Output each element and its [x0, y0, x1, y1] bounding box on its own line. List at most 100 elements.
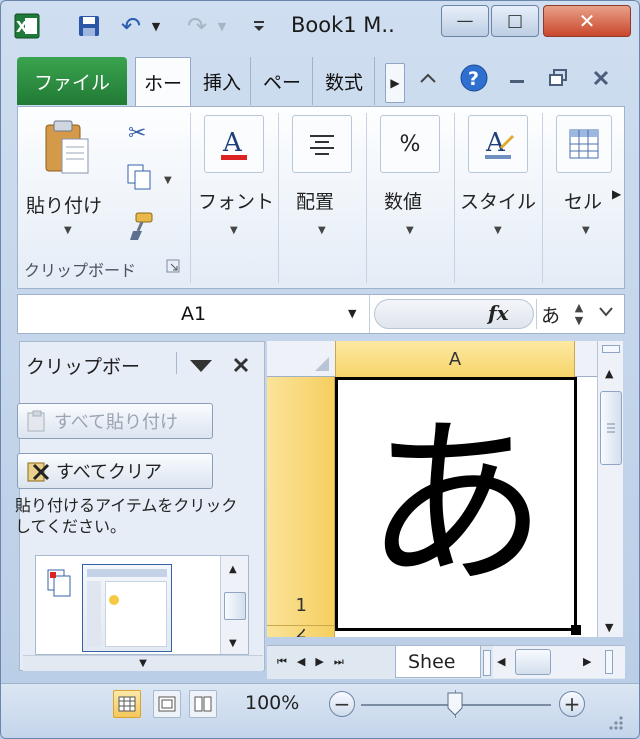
pane-title: クリップボー	[26, 356, 141, 378]
font-group-button[interactable]: フォント	[198, 187, 274, 214]
formula-scroll-icon[interactable]: ▲ ▼	[568, 297, 590, 331]
insert-function-button[interactable]: fx	[488, 301, 509, 325]
clipboard-item-thumbnail[interactable]	[82, 564, 172, 652]
scroll-up-icon[interactable]: ▲	[605, 367, 613, 380]
clear-all-button[interactable]: すべてクリア	[17, 453, 213, 489]
h-split-box[interactable]	[605, 650, 613, 674]
workbook-minimize-icon[interactable]	[507, 68, 527, 93]
excel-window: X ↶ ▼ ↷ ▼ Book1 M.. — □ ✕ ファイル ホー 挿入 ペー …	[0, 0, 640, 739]
tab-scroll-right-button[interactable]: ▶	[385, 63, 405, 103]
tab-page-layout[interactable]: ペー	[255, 57, 313, 105]
cells-icon[interactable]	[556, 115, 612, 173]
styles-icon[interactable]: A	[468, 115, 528, 173]
fill-handle[interactable]	[571, 625, 581, 635]
vertical-scrollbar[interactable]: ▲ ▼	[597, 341, 623, 637]
formula-input[interactable]: あ	[536, 299, 564, 329]
styles-dropdown-icon[interactable]: ▼	[494, 225, 502, 236]
workbook-close-icon[interactable]	[591, 68, 611, 93]
dialog-launcher-icon[interactable]	[166, 259, 180, 273]
ribbon-scroll-right-icon[interactable]: ▶	[612, 187, 621, 201]
paste-dropdown-icon[interactable]: ▼	[64, 225, 72, 236]
percent-icon[interactable]: %	[380, 115, 440, 173]
name-box[interactable]: A1	[18, 295, 370, 333]
copy-dropdown-icon[interactable]: ▼	[164, 175, 172, 186]
normal-view-icon[interactable]	[113, 690, 141, 718]
clipboard-group-label: クリップボード	[24, 261, 137, 280]
number-dropdown-icon[interactable]: ▼	[406, 225, 414, 236]
scroll-up-icon[interactable]: ▲	[229, 564, 237, 575]
pane-options-icon[interactable]	[188, 356, 214, 374]
row-header-2[interactable]: 2	[267, 629, 307, 637]
undo-icon[interactable]: ↶	[117, 12, 145, 40]
maximize-button[interactable]: □	[491, 5, 539, 37]
page-layout-view-icon[interactable]	[153, 690, 181, 718]
save-icon[interactable]	[75, 13, 103, 39]
svg-text:?: ?	[468, 68, 479, 90]
resize-grip-icon[interactable]	[603, 710, 625, 732]
zoom-slider-thumb[interactable]	[447, 692, 463, 716]
paste-all-button: すべて貼り付け	[17, 403, 213, 439]
h-scroll-thumb[interactable]	[515, 649, 551, 675]
row-header-1[interactable]: 1	[267, 595, 307, 616]
thumb-pane	[87, 581, 101, 647]
zoom-out-button[interactable]: −	[329, 691, 355, 717]
tab-home[interactable]: ホー	[135, 57, 191, 107]
ribbon-separator	[190, 113, 191, 283]
font-color-icon[interactable]: A	[204, 115, 264, 173]
cells-dropdown-icon[interactable]: ▼	[582, 225, 590, 236]
minimize-ribbon-icon[interactable]	[419, 68, 437, 90]
scroll-left-icon[interactable]: ◀	[497, 655, 505, 668]
minimize-button[interactable]: —	[441, 5, 489, 37]
customize-qat-icon[interactable]	[251, 13, 267, 39]
tab-split-box[interactable]	[483, 650, 491, 676]
clipboard-item-list: ▲ ▼	[35, 555, 249, 655]
name-box-dropdown-icon[interactable]: ▼	[348, 307, 356, 320]
horizontal-scrollbar[interactable]: ◀ ▶	[493, 646, 625, 678]
align-center-icon[interactable]	[292, 115, 352, 173]
select-all-corner[interactable]	[267, 341, 335, 377]
close-button[interactable]: ✕	[543, 5, 631, 37]
thumb-sheet	[105, 581, 167, 647]
scroll-right-icon[interactable]: ▶	[583, 655, 591, 668]
scroll-thumb[interactable]	[600, 391, 622, 465]
excel-logo-icon[interactable]: X	[13, 13, 41, 39]
sheet-nav-buttons[interactable]: ⏮◀▶⏭	[277, 655, 354, 669]
workbook-restore-icon[interactable]	[547, 68, 569, 93]
sheet-tab-1[interactable]: Shee	[395, 646, 481, 678]
scroll-thumb[interactable]	[224, 592, 246, 620]
pane-close-icon[interactable]	[230, 354, 252, 376]
clipboard-list-scrollbar[interactable]: ▲ ▼	[220, 556, 248, 654]
cut-icon[interactable]: ✂	[128, 121, 154, 147]
clear-all-label: すべてクリア	[56, 462, 163, 483]
paste-icon[interactable]	[42, 117, 92, 179]
cells-group-button[interactable]: セル	[564, 187, 602, 214]
zoom-in-button[interactable]: +	[559, 691, 585, 717]
window-title: Book1 M..	[291, 13, 395, 37]
thumb-ribbon	[87, 569, 167, 577]
tab-file[interactable]: ファイル	[17, 57, 127, 105]
number-group-button[interactable]: 数値	[384, 187, 422, 214]
alignment-group-button[interactable]: 配置	[296, 187, 334, 214]
paste-button[interactable]: 貼り付け	[26, 191, 102, 218]
column-header-a[interactable]: A	[335, 341, 575, 377]
scroll-down-icon[interactable]: ▼	[229, 638, 237, 649]
styles-group-button[interactable]: スタイル	[460, 187, 536, 214]
zoom-level[interactable]: 100%	[245, 692, 299, 714]
cell-a1[interactable]: あ	[335, 377, 577, 631]
copy-icon[interactable]	[126, 163, 154, 191]
tab-formulas[interactable]: 数式	[317, 57, 375, 105]
font-dropdown-icon[interactable]: ▼	[230, 225, 238, 236]
page-break-view-icon[interactable]	[189, 690, 217, 718]
format-painter-icon[interactable]	[124, 211, 154, 241]
expand-formula-bar-icon[interactable]	[598, 305, 614, 322]
ribbon-separator	[366, 113, 367, 283]
alignment-dropdown-icon[interactable]: ▼	[318, 225, 326, 236]
pane-scroll-down-button[interactable]: ▼	[23, 655, 263, 671]
undo-dropdown-icon[interactable]: ▼	[149, 13, 163, 39]
ribbon-separator	[278, 113, 279, 283]
tab-insert[interactable]: 挿入	[195, 57, 251, 105]
split-box[interactable]	[602, 345, 620, 353]
scroll-down-icon[interactable]: ▼	[605, 621, 613, 634]
help-icon[interactable]: ?	[459, 63, 489, 98]
ribbon-separator	[542, 113, 543, 283]
